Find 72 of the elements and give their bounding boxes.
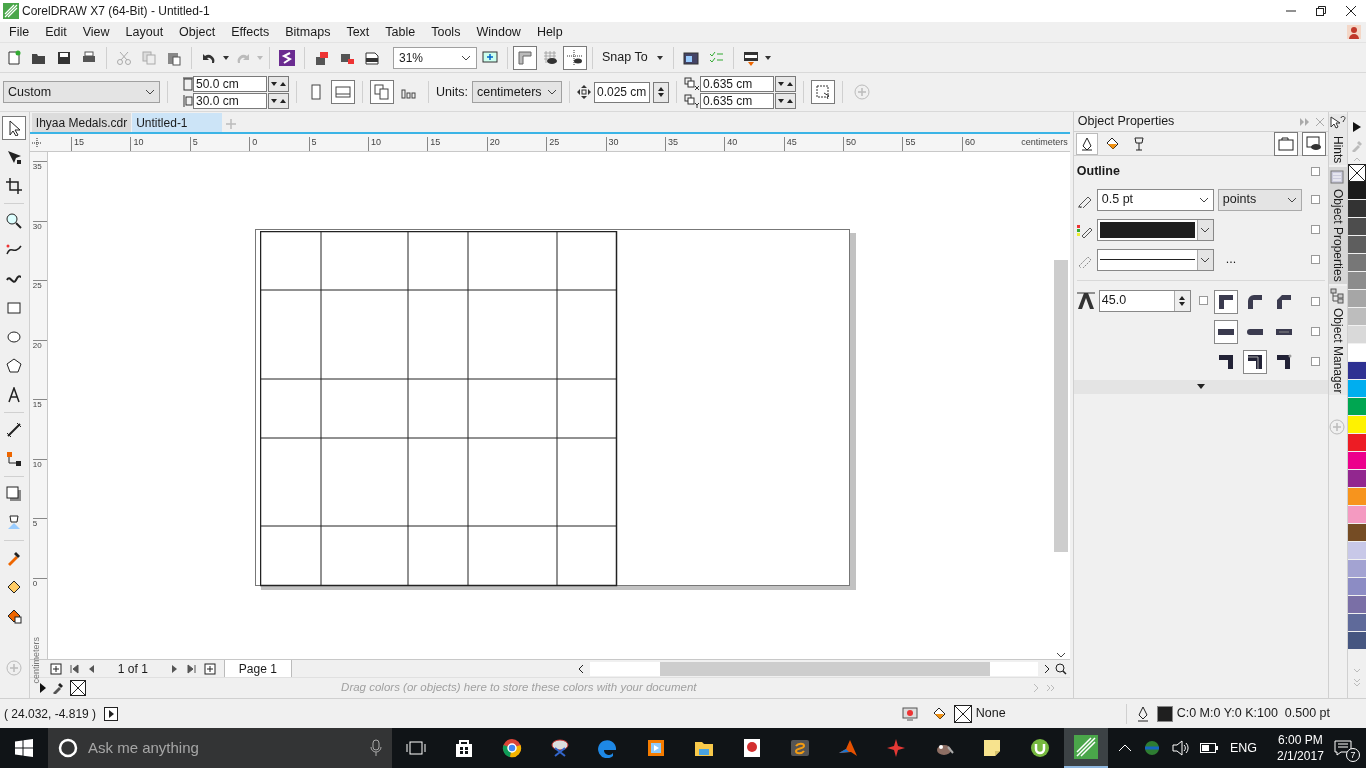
duplicate-y-field[interactable]: 0.635 cm bbox=[699, 92, 774, 109]
ruler-label: 10 bbox=[32, 458, 47, 518]
ruler-label: 55 bbox=[902, 137, 962, 151]
ruler-label: 5 bbox=[308, 137, 368, 151]
ruler-label: 45 bbox=[783, 137, 844, 151]
ruler-label: 25 bbox=[32, 280, 47, 340]
duplicate-x-field[interactable]: 0.635 cm bbox=[699, 75, 774, 92]
ruler-label: 10 bbox=[367, 137, 428, 151]
ruler-unit: centimeters bbox=[30, 637, 43, 684]
outline-width-dropdown[interactable]: 0.5 pt bbox=[1096, 188, 1214, 211]
search-placeholder: Ask me anything bbox=[88, 737, 200, 758]
units-label: Units: bbox=[436, 83, 468, 101]
document-tab[interactable]: Ihyaa Medals.cdr bbox=[31, 113, 132, 132]
search-box[interactable]: Ask me anything bbox=[48, 728, 392, 768]
docker-tab[interactable]: Object Properties bbox=[1329, 167, 1347, 285]
menu-item[interactable]: Text bbox=[340, 22, 376, 42]
miter-limit-field[interactable]: 45.0 bbox=[1098, 289, 1191, 312]
ruler-label: 20 bbox=[486, 137, 547, 151]
language-indicator[interactable]: ENG bbox=[1230, 738, 1258, 758]
ruler-label: 35 bbox=[32, 161, 47, 221]
fill-status: None bbox=[975, 705, 1006, 723]
menu-item[interactable]: Object bbox=[173, 22, 222, 42]
ruler-label: 15 bbox=[32, 399, 47, 459]
menu-item[interactable]: Bitmaps bbox=[279, 22, 337, 42]
cursor-coordinates: ( 24.032, -4.819 ) bbox=[4, 705, 97, 723]
ruler-label: 20 bbox=[32, 339, 47, 399]
ruler-label: 5 bbox=[32, 518, 47, 578]
palette-hint: Drag colors (or objects) here to store these colors with your document bbox=[340, 679, 698, 695]
menu-item[interactable]: Tools bbox=[425, 22, 467, 42]
nudge-distance-field[interactable]: 0.025 cm bbox=[593, 81, 650, 103]
ruler-label: 0 bbox=[249, 137, 309, 151]
ruler-label: 35 bbox=[664, 137, 725, 151]
ruler-label: 15 bbox=[71, 137, 131, 151]
menu-item[interactable]: Layout bbox=[119, 22, 170, 42]
page-width-field[interactable]: 50.0 cm bbox=[193, 75, 267, 92]
ruler-label: 40 bbox=[724, 137, 784, 151]
zoom-value: 31% bbox=[399, 49, 424, 67]
menu-item[interactable]: View bbox=[76, 22, 116, 42]
notification-count: 7 bbox=[1346, 748, 1360, 762]
ruler-label: 5 bbox=[189, 137, 250, 151]
menu-item[interactable]: Table bbox=[379, 22, 422, 42]
docker-tab[interactable]: Object Manager bbox=[1329, 286, 1347, 396]
docker-title: Object Properties bbox=[1077, 113, 1176, 131]
page-height-field[interactable]: 30.0 cm bbox=[193, 92, 267, 109]
ruler-label: 60 bbox=[961, 137, 1022, 151]
menu-item[interactable]: Edit bbox=[39, 22, 73, 42]
clock[interactable]: 6:00 PM 2/1/2017 bbox=[1277, 732, 1324, 764]
units-dropdown[interactable]: points bbox=[1217, 188, 1302, 211]
window-title: CorelDRAW X7 (64-Bit) - Untitled-1 bbox=[22, 3, 210, 20]
ruler-label: 50 bbox=[843, 137, 903, 151]
ruler-label: 30 bbox=[605, 137, 665, 151]
units-dropdown[interactable]: centimeters bbox=[471, 81, 562, 103]
page-tab[interactable]: Page 1 bbox=[223, 659, 292, 678]
menu-item[interactable]: File bbox=[3, 22, 36, 42]
docker-tab[interactable]: Hints bbox=[1329, 114, 1347, 166]
menu-item[interactable]: Help bbox=[530, 22, 569, 42]
outline-status: C:0 M:0 Y:0 K:100 0.500 pt bbox=[1176, 705, 1330, 723]
page-size-dropdown[interactable]: Custom bbox=[3, 81, 160, 103]
document-tab[interactable]: Untitled-1 bbox=[132, 113, 223, 132]
ruler-label: 10 bbox=[130, 137, 190, 151]
page-counter: 1 of 1 bbox=[116, 660, 149, 678]
ruler-label: 15 bbox=[427, 137, 487, 151]
ruler-label: 25 bbox=[546, 137, 606, 151]
ruler-unit: centimeters bbox=[1021, 137, 1068, 147]
section-heading: Outline bbox=[1076, 163, 1120, 180]
menu-item[interactable]: Window bbox=[470, 22, 527, 42]
menu-item[interactable]: Effects bbox=[225, 22, 276, 42]
snap-to-dropdown[interactable]: Snap To bbox=[598, 46, 668, 69]
zoom-dropdown[interactable]: 31% bbox=[393, 46, 477, 69]
more-options-button[interactable]: ... bbox=[1217, 250, 1245, 270]
ruler-label: 0 bbox=[32, 577, 47, 637]
ruler-label: 30 bbox=[32, 220, 47, 280]
